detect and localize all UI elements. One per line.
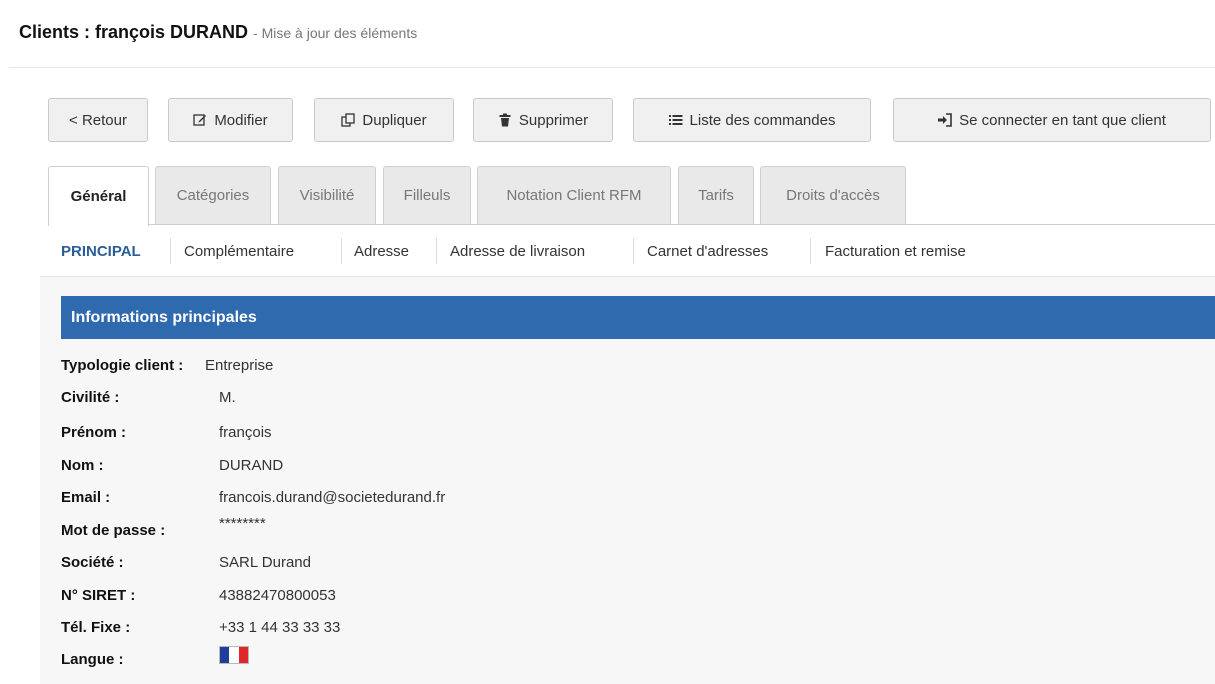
edit-button-label: Modifier bbox=[214, 111, 268, 129]
delete-button[interactable]: Supprimer bbox=[473, 98, 613, 142]
tabs-divider bbox=[148, 224, 1215, 225]
content-panel: Informations principales Typologie clien… bbox=[40, 277, 1215, 684]
list-icon bbox=[668, 113, 683, 127]
field-label: Civilité : bbox=[61, 388, 120, 406]
edit-icon bbox=[193, 113, 207, 127]
tab-notation-client-rfm[interactable]: Notation Client RFM bbox=[477, 166, 671, 224]
back-button[interactable]: < Retour bbox=[48, 98, 148, 142]
field-label: N° SIRET : bbox=[61, 586, 136, 604]
subnav-divider bbox=[170, 238, 171, 264]
subnav-adresse-livraison[interactable]: Adresse de livraison bbox=[450, 232, 585, 270]
subnav-divider bbox=[436, 238, 437, 264]
page-subtitle: - Mise à jour des éléments bbox=[253, 25, 418, 41]
field-label: Nom : bbox=[61, 456, 104, 474]
subnav-divider bbox=[341, 238, 342, 264]
edit-button[interactable]: Modifier bbox=[168, 98, 293, 142]
login-as-client-button-label: Se connecter en tant que client bbox=[959, 111, 1166, 129]
subnav-principal[interactable]: PRINCIPAL bbox=[61, 232, 141, 270]
field-value: +33 1 44 33 33 33 bbox=[219, 618, 341, 636]
subnav-complementaire[interactable]: Complémentaire bbox=[184, 232, 294, 270]
orders-list-button[interactable]: Liste des commandes bbox=[633, 98, 871, 142]
field-value: françois bbox=[219, 423, 272, 441]
tab-categories[interactable]: Catégories bbox=[155, 166, 271, 224]
field-label: Prénom : bbox=[61, 423, 127, 441]
tab-droits-acces[interactable]: Droits d'accès bbox=[760, 166, 906, 224]
tab-visibilite[interactable]: Visibilité bbox=[278, 166, 376, 224]
subnav-facturation-remise[interactable]: Facturation et remise bbox=[825, 232, 966, 270]
page-header: Clients : françois DURAND - Mise à jour … bbox=[9, 0, 1215, 68]
duplicate-icon bbox=[341, 113, 356, 127]
page-title-text: Clients : françois DURAND bbox=[19, 22, 249, 42]
login-as-client-button[interactable]: Se connecter en tant que client bbox=[893, 98, 1211, 142]
tab-tarifs[interactable]: Tarifs bbox=[678, 166, 754, 224]
subnav-divider bbox=[633, 238, 634, 264]
field-value: M. bbox=[219, 388, 236, 406]
field-value: DURAND bbox=[219, 456, 284, 474]
subnav-adresse[interactable]: Adresse bbox=[354, 232, 409, 270]
field-label: Tél. Fixe : bbox=[61, 618, 131, 636]
field-value: ******** bbox=[219, 515, 266, 532]
field-value: SARL Durand bbox=[219, 553, 311, 571]
field-label: Langue : bbox=[61, 650, 124, 668]
field-label: Email : bbox=[61, 488, 111, 506]
france-flag-icon bbox=[219, 646, 249, 664]
duplicate-button-label: Dupliquer bbox=[362, 111, 427, 129]
trash-icon bbox=[498, 113, 512, 127]
section-header: Informations principales bbox=[61, 296, 1215, 339]
field-value: 43882470800053 bbox=[219, 586, 336, 604]
orders-list-button-label: Liste des commandes bbox=[689, 111, 836, 129]
field-value: francois.durand@societedurand.fr bbox=[219, 488, 446, 506]
back-button-label: < Retour bbox=[69, 111, 127, 129]
tab-general[interactable]: Général bbox=[48, 166, 149, 226]
tab-filleuls[interactable]: Filleuls bbox=[383, 166, 471, 224]
duplicate-button[interactable]: Dupliquer bbox=[314, 98, 454, 142]
sign-in-icon bbox=[938, 113, 952, 127]
field-label: Mot de passe : bbox=[61, 521, 166, 539]
subnav-carnet-adresses[interactable]: Carnet d'adresses bbox=[647, 232, 768, 270]
field-label: Société : bbox=[61, 553, 124, 571]
field-label: Typologie client : bbox=[61, 356, 184, 374]
page-title: Clients : françois DURAND - Mise à jour … bbox=[19, 22, 417, 43]
field-value: Entreprise bbox=[205, 356, 274, 374]
subnav-divider bbox=[810, 238, 811, 264]
field-row-langue: Langue : bbox=[61, 646, 361, 672]
delete-button-label: Supprimer bbox=[518, 111, 589, 129]
